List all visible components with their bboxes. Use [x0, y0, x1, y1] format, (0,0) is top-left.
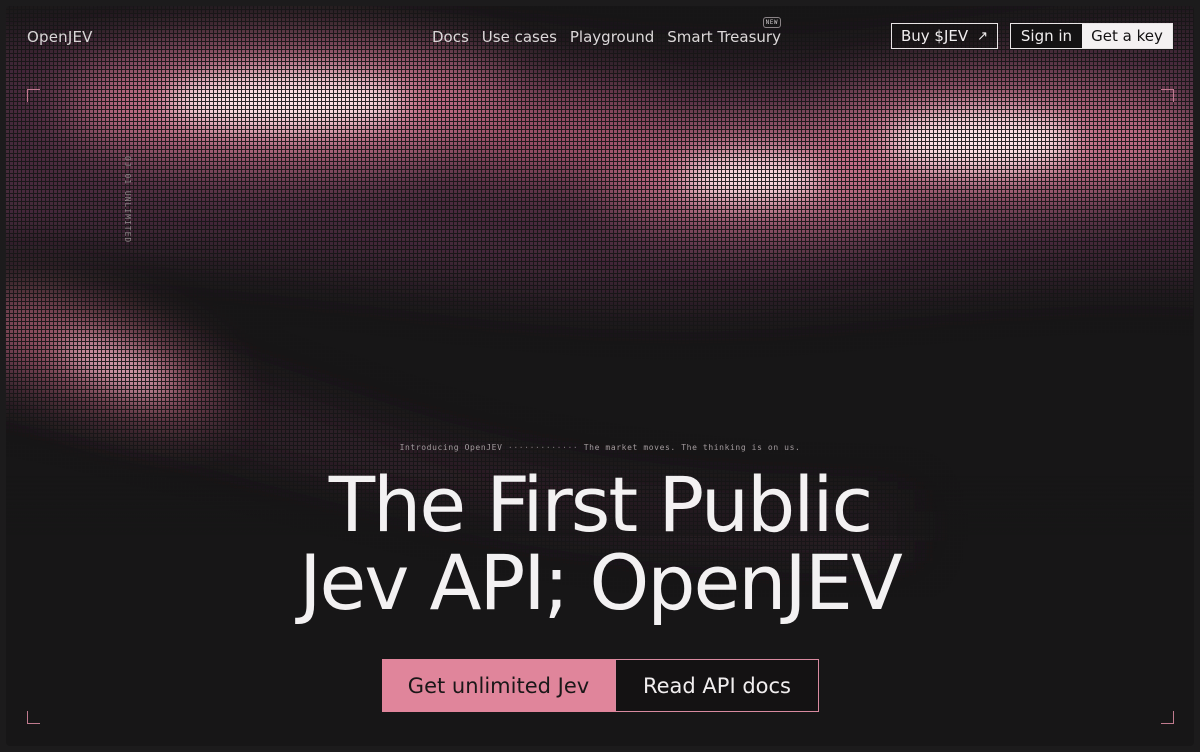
- corner-bracket-bottom-right: [1161, 711, 1174, 724]
- nav-smart-treasury-label: Smart Treasury: [667, 28, 781, 46]
- nav-playground[interactable]: Playground: [570, 28, 654, 46]
- auth-buttons: Sign in Get a key: [1010, 23, 1173, 49]
- eyebrow-intro: Introducing OpenJEV: [399, 443, 503, 452]
- headline-line-1: The First Public: [328, 460, 874, 549]
- main-nav: Docs Use cases Playground Smart Treasury…: [432, 17, 781, 46]
- nav-use-cases[interactable]: Use cases: [482, 28, 557, 46]
- corner-bracket-top-right: [1161, 89, 1174, 102]
- top-navigation-bar: OpenJEV Docs Use cases Playground Smart …: [6, 6, 1194, 68]
- page-frame: OpenJEV Docs Use cases Playground Smart …: [6, 6, 1194, 746]
- pixel-glow-artwork: [6, 28, 1194, 546]
- arrow-up-right-icon: ↗: [977, 28, 989, 44]
- nav-smart-treasury[interactable]: Smart Treasury NEW: [667, 17, 781, 46]
- hero-eyebrow: Introducing OpenJEV ············· The ma…: [6, 443, 1194, 452]
- new-badge: NEW: [762, 17, 781, 28]
- buy-jev-label: Buy $JEV: [900, 27, 969, 45]
- brand-logo[interactable]: OpenJEV: [27, 28, 93, 46]
- get-a-key-button[interactable]: Get a key: [1082, 24, 1172, 48]
- eyebrow-tagline: The market moves. The thinking is on us.: [583, 443, 801, 452]
- sign-in-button[interactable]: Sign in: [1011, 24, 1082, 48]
- eyebrow-dots: ·············: [507, 443, 579, 452]
- corner-bracket-top-left: [27, 89, 40, 102]
- buy-jev-button[interactable]: Buy $JEV ↗: [891, 23, 998, 49]
- corner-bracket-bottom-left: [27, 711, 40, 724]
- headline-line-2: Jev API; OpenJEV: [299, 538, 903, 627]
- hero-cta-group: Get unlimited Jev Read API docs: [382, 659, 819, 712]
- vertical-side-tag: OJ 01 UNLIMITED: [123, 156, 132, 244]
- nav-docs[interactable]: Docs: [432, 28, 469, 46]
- read-api-docs-button[interactable]: Read API docs: [615, 659, 819, 712]
- hero-headline: The First Public Jev API; OpenJEV: [6, 466, 1194, 622]
- get-unlimited-jev-button[interactable]: Get unlimited Jev: [382, 659, 615, 712]
